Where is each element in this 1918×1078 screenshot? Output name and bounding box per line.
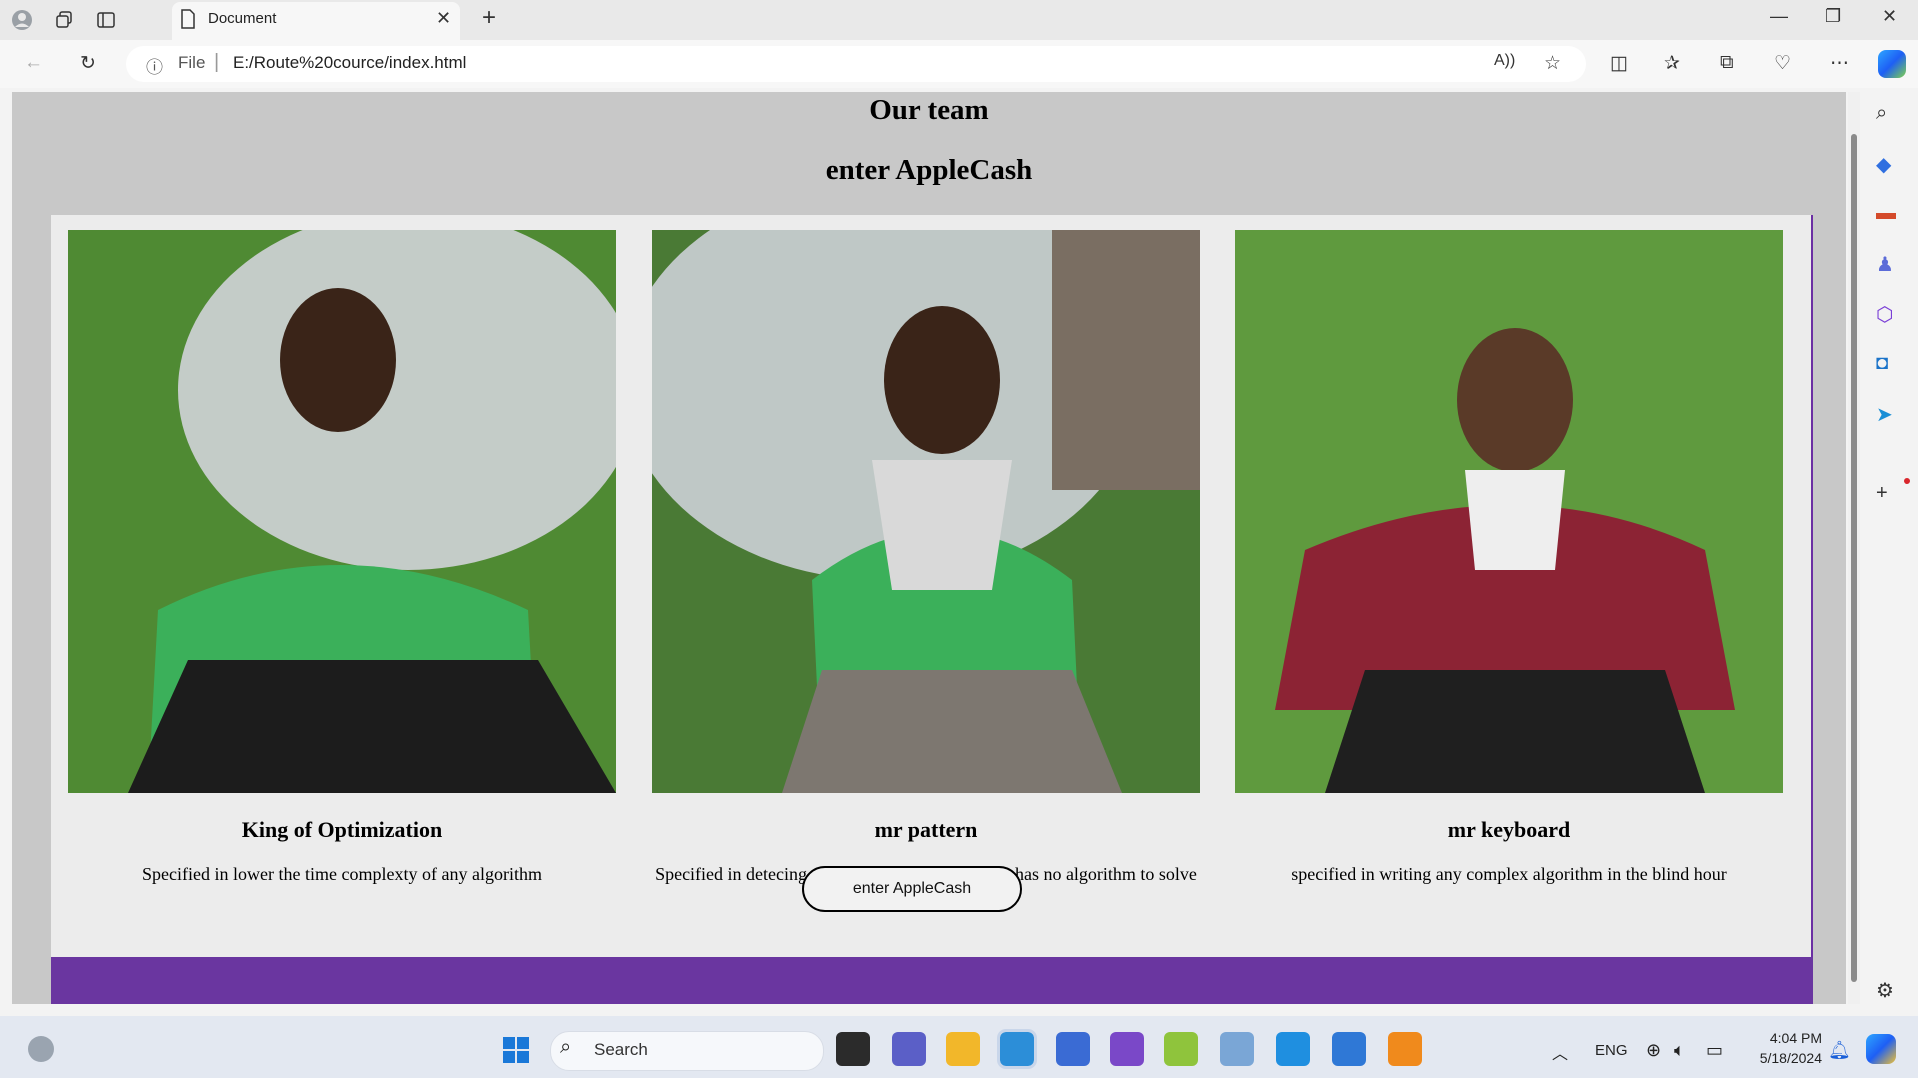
outlook-icon[interactable]: ◘ xyxy=(1876,352,1888,375)
volume-icon[interactable]: 🔈︎ xyxy=(1674,1040,1685,1061)
team-panel: King of Optimization Specified in lower … xyxy=(51,215,1813,957)
network-icon[interactable]: ⊕ xyxy=(1646,1040,1661,1061)
page-title: Our team xyxy=(869,94,989,126)
page-subtitle: enter AppleCash xyxy=(825,154,1033,186)
enter-applecash-button[interactable]: enter AppleCash xyxy=(802,866,1022,912)
address-separator: | xyxy=(214,51,220,73)
close-window-icon[interactable]: ✕ xyxy=(1882,6,1897,27)
visual-studio-icon[interactable] xyxy=(1110,1032,1144,1066)
battery-icon[interactable]: ▭ xyxy=(1706,1040,1723,1061)
copilot-icon[interactable] xyxy=(1878,50,1906,78)
taskbar-search-label: Search xyxy=(594,1040,648,1059)
task-view-icon[interactable] xyxy=(836,1032,870,1066)
new-tab-icon[interactable]: + xyxy=(482,4,496,32)
member-photo xyxy=(652,230,1200,793)
member-name: King of Optimization xyxy=(241,817,443,842)
close-tab-icon[interactable]: ✕ xyxy=(436,8,451,29)
document-icon xyxy=(180,9,196,34)
paint-icon[interactable] xyxy=(1332,1032,1366,1066)
collections-icon[interactable]: ⧉ xyxy=(1720,52,1734,74)
taskbar-search[interactable] xyxy=(550,1031,824,1071)
favorites-icon[interactable]: ✰ xyxy=(1664,52,1680,75)
vscode-icon[interactable] xyxy=(1276,1032,1310,1066)
search-icon: ⌕ xyxy=(560,1036,572,1058)
app-icon[interactable] xyxy=(1164,1032,1198,1066)
language-indicator[interactable]: ENG xyxy=(1595,1042,1628,1059)
browser-essentials-icon[interactable]: ♡ xyxy=(1774,52,1791,75)
member-description: specified in writing any complex algorit… xyxy=(1291,864,1727,884)
reload-icon[interactable]: ↻ xyxy=(80,52,96,75)
vlc-icon[interactable] xyxy=(1388,1032,1422,1066)
sidebar-settings-icon[interactable]: ⚙ xyxy=(1876,978,1894,1003)
edge-icon[interactable] xyxy=(997,1029,1037,1069)
page-footer xyxy=(51,957,1813,1004)
drop-icon[interactable]: ➤ xyxy=(1876,402,1893,427)
tab-title: Document xyxy=(208,10,277,27)
scrollbar-thumb[interactable] xyxy=(1851,134,1857,982)
tools-icon[interactable]: ▬ xyxy=(1876,202,1896,225)
copilot-taskbar-icon[interactable] xyxy=(1866,1034,1896,1064)
search-icon[interactable]: ⌕ xyxy=(1876,102,1887,125)
clock-time[interactable]: 4:04 PM xyxy=(1742,1030,1822,1046)
workspaces-icon[interactable] xyxy=(50,6,78,34)
member-name: mr keyboard xyxy=(1447,817,1571,842)
restore-icon[interactable]: ❐ xyxy=(1825,6,1841,27)
office-icon[interactable]: ⬡ xyxy=(1876,302,1893,327)
address-prefix: File xyxy=(178,53,206,72)
profile-icon[interactable] xyxy=(8,6,36,34)
games-icon[interactable]: ♟ xyxy=(1876,252,1894,277)
chevron-up-icon[interactable]: ︿ xyxy=(1552,1040,1568,1064)
member-description: Specified in lower the time complexty of… xyxy=(142,864,542,884)
member-photo xyxy=(68,230,616,793)
minimize-icon[interactable]: — xyxy=(1770,6,1788,27)
read-aloud-icon[interactable]: A)) xyxy=(1494,52,1515,70)
info-icon[interactable]: ⓘ xyxy=(146,53,163,78)
member-name: mr pattern xyxy=(874,817,978,842)
start-icon[interactable] xyxy=(502,1036,530,1069)
monitor-app-icon[interactable] xyxy=(1220,1032,1254,1066)
add-sidebar-app-icon[interactable]: + xyxy=(1876,482,1888,505)
address-url[interactable]: E:/Route%20cource/index.html xyxy=(233,53,466,73)
back-icon[interactable]: ← xyxy=(24,52,43,74)
more-icon[interactable]: ⋯ xyxy=(1830,52,1849,75)
clock-date[interactable]: 5/18/2024 xyxy=(1742,1050,1822,1066)
member-photo xyxy=(1235,230,1783,793)
favorite-star-icon[interactable]: ☆ xyxy=(1544,52,1561,75)
split-screen-icon[interactable]: ◫ xyxy=(1610,52,1628,75)
notification-dot xyxy=(1904,478,1910,484)
edge-sidebar xyxy=(1860,88,1918,1016)
store-icon[interactable] xyxy=(1056,1032,1090,1066)
weather-icon[interactable] xyxy=(28,1036,54,1062)
teams-icon[interactable] xyxy=(892,1032,926,1066)
file-explorer-icon[interactable] xyxy=(946,1032,980,1066)
shopping-tag-icon[interactable]: ◆ xyxy=(1876,152,1891,177)
notification-bell-icon[interactable]: 🔔︎ xyxy=(1828,1040,1851,1061)
tab-actions-icon[interactable] xyxy=(92,6,120,34)
